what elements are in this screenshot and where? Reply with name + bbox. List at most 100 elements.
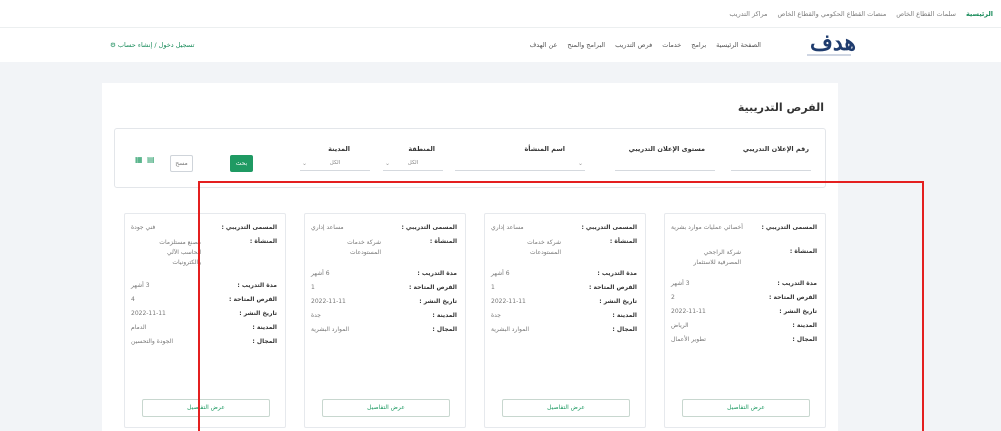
card-sector-row: المجال : الموارد البشرية: [491, 326, 637, 338]
card-sector-label: المجال :: [252, 338, 277, 345]
city-select[interactable]: الكل ⌄: [300, 157, 370, 171]
grid-view-icon[interactable]: ▦: [135, 155, 143, 164]
card-duration-value: 3 أشهر: [671, 280, 690, 287]
card-title-row: المسمى التدريبي : أخصائي عمليات موارد بش…: [671, 224, 817, 236]
nav-item-about[interactable]: عن الهدف: [530, 41, 558, 49]
card-city-value: الرياض: [671, 322, 689, 329]
card-date-label: تاريخ النشر :: [779, 308, 817, 315]
opportunity-no-input[interactable]: [731, 157, 811, 171]
opportunity-card: المسمى التدريبي : مساعد إداري المنشأة : …: [304, 213, 466, 428]
card-duration-row: مدة التدريب : 6 أشهر: [311, 270, 457, 282]
card-sector-value: تطوير الأعمال: [671, 336, 706, 343]
training-level-select[interactable]: [615, 157, 715, 171]
card-date-row: تاريخ النشر : 2022-11-11: [491, 298, 637, 310]
list-view-icon[interactable]: ▤: [147, 155, 155, 164]
card-duration-value: 6 أشهر: [311, 270, 330, 277]
chevron-down-icon: ⌄: [302, 160, 308, 167]
card-title-row: المسمى التدريبي : فني جودة: [131, 224, 277, 236]
card-sector-value: الموارد البشرية: [311, 326, 350, 333]
card-duration-row: مدة التدريب : 3 أشهر: [131, 282, 277, 294]
opportunity-cards: المسمى التدريبي : أخصائي عمليات موارد بش…: [118, 213, 826, 431]
nav-item-training[interactable]: فرص التدريب: [615, 41, 652, 49]
nav-item-services[interactable]: خدمات: [662, 41, 681, 49]
details-button[interactable]: عرض التفاصيل: [502, 399, 630, 417]
card-seats-value: 1: [491, 284, 495, 291]
user-icon: ⚙: [110, 41, 118, 49]
chevron-down-icon: ⌄: [577, 160, 583, 167]
chevron-down-icon: ⌄: [385, 160, 391, 167]
card-sector-row: المجال : تطوير الأعمال: [671, 336, 817, 348]
nav-item-home[interactable]: الصفحة الرئيسية: [716, 41, 761, 49]
card-sector-row: المجال : الجودة والتحسين: [131, 338, 277, 350]
card-city-label: المدينة :: [432, 312, 457, 319]
top-link-centers[interactable]: مراكز التدريب: [729, 10, 767, 18]
card-duration-label: مدة التدريب :: [417, 270, 457, 277]
card-seats-value: 2: [671, 294, 675, 301]
card-city-value: جدة: [491, 312, 502, 319]
card-title-label: المسمى التدريبي :: [581, 224, 637, 231]
nav-item-grants[interactable]: البرامج والمنح: [567, 41, 605, 49]
logo-underline: [807, 54, 851, 56]
card-sector-value: الجودة والتحسين: [131, 338, 173, 345]
card-date-row: تاريخ النشر : 2022-11-11: [671, 308, 817, 320]
card-title-row: المسمى التدريبي : مساعد إداري: [491, 224, 637, 236]
nav-item-programs[interactable]: برامج: [691, 41, 706, 49]
card-city-label: المدينة :: [252, 324, 277, 331]
card-sector-row: المجال : الموارد البشرية: [311, 326, 457, 338]
card-seats-row: الفرص المتاحة : 4: [131, 296, 277, 308]
card-org-value: شركة خدمات المستودعات: [347, 239, 381, 256]
card-sector-label: المجال :: [432, 326, 457, 333]
card-seats-value: 4: [131, 296, 135, 303]
card-duration-label: مدة التدريب :: [777, 280, 817, 287]
card-title-value: أخصائي عمليات موارد بشرية: [671, 224, 743, 231]
card-seats-label: الفرص المتاحة :: [228, 296, 277, 303]
card-org-value: شركة خدمات المستودعات: [527, 239, 561, 256]
top-link-platforms[interactable]: منصات القطاع الحكومي والقطاع الخاص: [778, 10, 887, 18]
top-link-home[interactable]: الرئيسية: [966, 10, 993, 18]
card-duration-row: مدة التدريب : 3 أشهر: [671, 280, 817, 292]
card-seats-label: الفرص المتاحة :: [768, 294, 817, 301]
card-org-label: المنشأة :: [429, 238, 457, 245]
card-city-label: المدينة :: [612, 312, 637, 319]
card-title-label: المسمى التدريبي :: [401, 224, 457, 231]
main-navbar: هدف الصفحة الرئيسية برامج خدمات فرص التد…: [0, 28, 1001, 62]
org-name-select[interactable]: ⌄: [455, 157, 585, 171]
card-sector-value: الموارد البشرية: [491, 326, 530, 333]
opportunity-card: المسمى التدريبي : أخصائي عمليات موارد بش…: [664, 213, 826, 428]
card-duration-value: 3 أشهر: [131, 282, 150, 289]
card-date-row: تاريخ النشر : 2022-11-11: [311, 298, 457, 310]
card-date-value: 2022-11-11: [491, 298, 526, 305]
login-link[interactable]: ⚙ تسجيل دخول / إنشاء حساب: [110, 41, 194, 49]
card-seats-value: 1: [311, 284, 315, 291]
card-org-value: شركة الراجحي المصرفية للاستثمار: [693, 249, 741, 266]
clear-button[interactable]: مسح: [170, 155, 193, 172]
hadaf-logo[interactable]: هدف: [810, 30, 856, 56]
top-link-private[interactable]: سلمات القطاع الخاص: [896, 10, 956, 18]
card-sector-label: المجال :: [612, 326, 637, 333]
card-date-label: تاريخ النشر :: [599, 298, 637, 305]
filter-label-training-level: مستوى الإعلان التدريبي: [628, 145, 705, 153]
card-city-row: المدينة : جدة: [491, 312, 637, 324]
card-city-value: الدمام: [131, 324, 147, 331]
card-date-row: تاريخ النشر : 2022-11-11: [131, 310, 277, 322]
filter-label-opportunity-no: رقم الإعلان التدريبي: [742, 145, 809, 153]
filter-label-region: المنطقة: [408, 145, 435, 153]
card-seats-row: الفرص المتاحة : 1: [491, 284, 637, 296]
nav-links: الصفحة الرئيسية برامج خدمات فرص التدريب …: [530, 41, 761, 49]
card-seats-row: الفرص المتاحة : 2: [671, 294, 817, 306]
card-org-label: المنشأة :: [249, 238, 277, 245]
card-org-label: المنشأة :: [609, 238, 637, 245]
card-title-label: المسمى التدريبي :: [761, 224, 817, 231]
details-button[interactable]: عرض التفاصيل: [682, 399, 810, 417]
card-date-value: 2022-11-11: [671, 308, 706, 315]
card-title-value: مساعد إداري: [311, 224, 344, 231]
card-title-value: مساعد إداري: [491, 224, 524, 231]
region-select[interactable]: الكل ⌄: [383, 157, 443, 171]
content-panel: الفرص التدريبية رقم الإعلان التدريبي مست…: [102, 83, 838, 431]
details-button[interactable]: عرض التفاصيل: [142, 399, 270, 417]
details-button[interactable]: عرض التفاصيل: [322, 399, 450, 417]
card-date-value: 2022-11-11: [311, 298, 346, 305]
search-button[interactable]: بحث: [230, 155, 253, 172]
card-duration-label: مدة التدريب :: [237, 282, 277, 289]
card-title-value: فني جودة: [131, 224, 156, 231]
